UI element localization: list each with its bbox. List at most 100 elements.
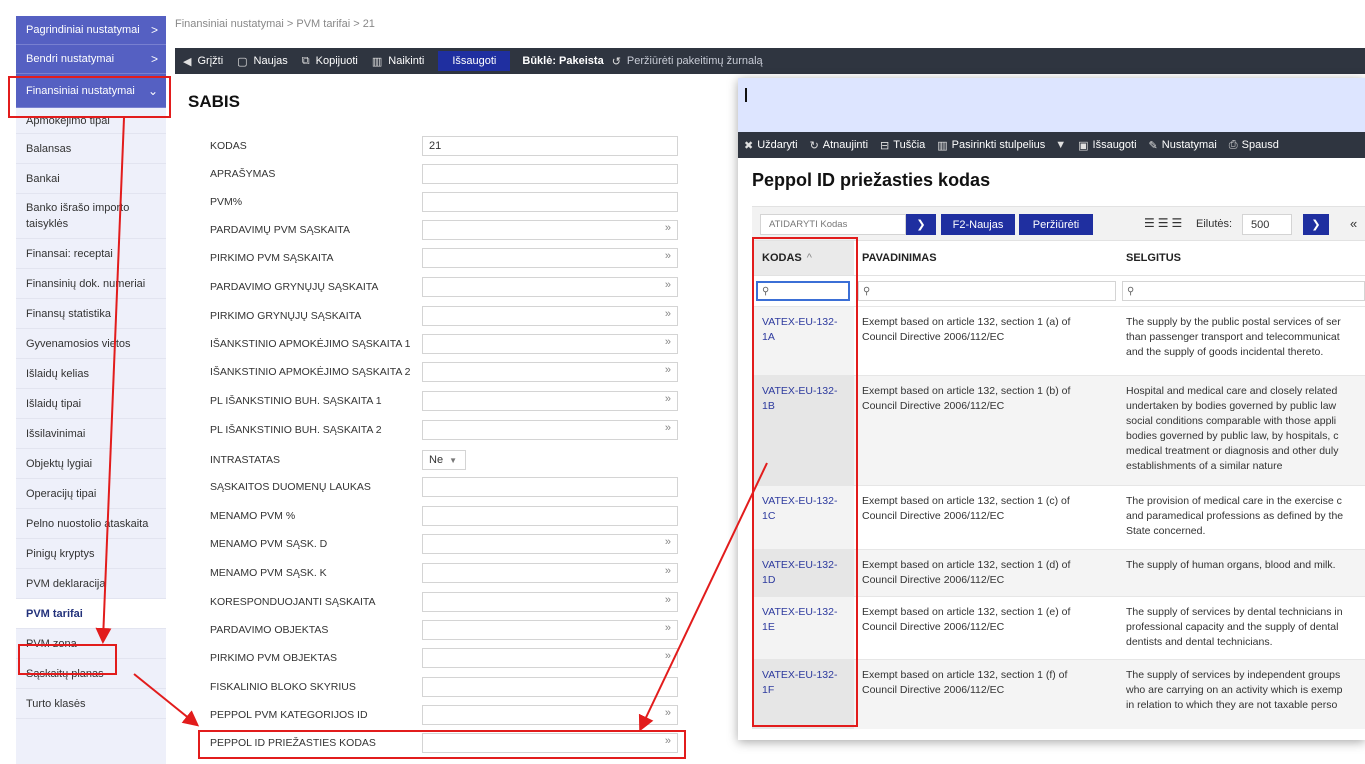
sidebar-item-finansai-receptai[interactable]: Finansai: receptai	[16, 239, 166, 269]
isankstinio-apmokejimo-1-field[interactable]: »	[422, 334, 678, 354]
pirkimo-grynuju-saskaita-field[interactable]: »	[422, 306, 678, 326]
code-cell[interactable]: VATEX-EU-132- 1A	[752, 307, 854, 375]
sidebar-item-apmokejimo-tipai[interactable]: Apmokėjimo tipai	[16, 108, 166, 134]
f2-new-button[interactable]: F2-Naujas	[941, 214, 1015, 235]
selgitus-filter-input[interactable]: ⚲	[1122, 281, 1365, 301]
table-row[interactable]: VATEX-EU-132- 1F Exempt based on article …	[752, 659, 1365, 729]
sidebar-item-bankai[interactable]: Bankai	[16, 164, 166, 194]
picker-icon[interactable]: »	[665, 279, 671, 291]
picker-icon[interactable]: »	[665, 565, 671, 577]
popup-save-button[interactable]: ▣ Išsaugoti	[1078, 139, 1136, 152]
intrastatas-select[interactable]: Ne ▼	[422, 450, 466, 470]
menamo-pvm-sask-k-field[interactable]: »	[422, 563, 678, 583]
code-cell[interactable]: VATEX-EU-132- 1E	[752, 597, 854, 659]
empty-button[interactable]: ⊟ Tuščia	[880, 139, 925, 152]
sidebar-item-pelno-nuostolio-ataskaita[interactable]: Pelno nuostolio ataskaita	[16, 509, 166, 539]
sidebar-item-objektu-lygiai[interactable]: Objektų lygiai	[16, 449, 166, 479]
picker-icon[interactable]: »	[665, 536, 671, 548]
isankstinio-apmokejimo-2-field[interactable]: »	[422, 362, 678, 382]
settings-button[interactable]: ✎ Nustatymai	[1149, 139, 1217, 152]
pirkimo-pvm-saskaita-field[interactable]: »	[422, 248, 678, 268]
fiskalinio-bloko-skyrius-field[interactable]	[422, 677, 678, 697]
sidebar-item-bendri-nustatymai[interactable]: Bendri nustatymai >	[16, 45, 166, 74]
open-kodas-input[interactable]: ATIDARYTI Kodas	[760, 214, 906, 235]
picker-icon[interactable]: »	[665, 393, 671, 405]
sidebar-item-balansas[interactable]: Balansas	[16, 134, 166, 164]
density-wide-icon[interactable]: ☰	[1172, 216, 1183, 230]
back-button[interactable]: ◀ Grįžti	[183, 55, 223, 68]
sidebar-item-pinigu-kryptys[interactable]: Pinigų kryptys	[16, 539, 166, 569]
rows-go-button[interactable]: ❯	[1303, 214, 1329, 235]
picker-icon[interactable]: »	[665, 250, 671, 262]
picker-icon[interactable]: »	[665, 650, 671, 662]
code-cell[interactable]: VATEX-EU-132- 1B	[752, 376, 854, 485]
picker-icon[interactable]: »	[665, 336, 671, 348]
copy-button[interactable]: ⧉ Kopijuoti	[302, 55, 358, 68]
pirkimo-pvm-objektas-field[interactable]: »	[422, 648, 678, 668]
sidebar-item-pvm-deklaracija[interactable]: PVM deklaracija	[16, 569, 166, 599]
picker-icon[interactable]: »	[665, 308, 671, 320]
code-cell[interactable]: VATEX-EU-132- 1F	[752, 660, 854, 729]
picker-icon[interactable]: »	[665, 422, 671, 434]
column-header-kodas[interactable]: KODAS ^	[752, 241, 854, 275]
menamo-pvm-percent-field[interactable]	[422, 506, 678, 526]
density-normal-icon[interactable]: ☰	[1158, 216, 1169, 230]
table-row[interactable]: VATEX-EU-132- 1E Exempt based on article …	[752, 596, 1365, 659]
go-button[interactable]: ❯	[906, 214, 936, 235]
table-row[interactable]: VATEX-EU-132- 1B Exempt based on article …	[752, 375, 1365, 485]
sidebar-item-operaciju-tipai[interactable]: Operacijų tipai	[16, 479, 166, 509]
table-row[interactable]: VATEX-EU-132- 1C Exempt based on article …	[752, 485, 1365, 549]
pvm-percent-field[interactable]	[422, 192, 678, 212]
pardavimo-grynuju-saskaita-field[interactable]: »	[422, 277, 678, 297]
density-compact-icon[interactable]: ☰	[1144, 216, 1155, 230]
rows-input[interactable]: 500	[1242, 214, 1292, 235]
sidebar-item-islaidu-kelias[interactable]: Išlaidų kelias	[16, 359, 166, 389]
pl-isankstinio-buh-2-field[interactable]: »	[422, 420, 678, 440]
pl-isankstinio-buh-1-field[interactable]: »	[422, 391, 678, 411]
sidebar-item-saskaitu-planas[interactable]: Sąskaitų planas	[16, 659, 166, 689]
sidebar-item-pagrindiniai-nustatymai[interactable]: Pagrindiniai nustatymai >	[16, 16, 166, 45]
menamo-pvm-sask-d-field[interactable]: »	[422, 534, 678, 554]
picker-icon[interactable]: »	[665, 594, 671, 606]
view-button[interactable]: Peržiūrėti	[1019, 214, 1093, 235]
peppol-id-priezasties-kodas-field[interactable]: »	[422, 733, 678, 753]
pardavimo-objektas-field[interactable]: »	[422, 620, 678, 640]
picker-icon[interactable]: »	[665, 735, 671, 747]
column-header-pavadinimas[interactable]: PAVADINIMAS	[854, 241, 1118, 275]
pardavimu-pvm-saskaita-field[interactable]: »	[422, 220, 678, 240]
aprasymas-field[interactable]	[422, 164, 678, 184]
picker-icon[interactable]: »	[665, 364, 671, 376]
koresponduojanti-saskaita-field[interactable]: »	[422, 592, 678, 612]
sidebar-item-pvm-zona[interactable]: PVM zona	[16, 629, 166, 659]
sidebar-item-pvm-tarifai[interactable]: PVM tarifai	[16, 599, 166, 629]
sidebar-item-banko-israso-importo-taisykles[interactable]: Banko išrašo importo taisyklės	[16, 194, 166, 239]
choose-columns-button[interactable]: ▥ Pasirinkti stulpelius ▼	[937, 139, 1066, 152]
sidebar-item-turto-klases[interactable]: Turto klasės	[16, 689, 166, 719]
delete-button[interactable]: ▥ Naikinti	[372, 55, 424, 68]
code-cell[interactable]: VATEX-EU-132- 1D	[752, 550, 854, 596]
code-cell[interactable]: VATEX-EU-132- 1C	[752, 486, 854, 549]
sidebar-item-finansu-statistika[interactable]: Finansų statistika	[16, 299, 166, 329]
print-button[interactable]: ⎙ Spausd	[1229, 139, 1279, 152]
new-button[interactable]: ▢ Naujas	[237, 55, 288, 68]
sidebar-item-islaidu-tipai[interactable]: Išlaidų tipai	[16, 389, 166, 419]
picker-icon[interactable]: »	[665, 707, 671, 719]
saskaitos-duomenu-laukas-field[interactable]	[422, 477, 678, 497]
kodas-field[interactable]: 21	[422, 136, 678, 156]
double-chevron-left-icon[interactable]: «	[1350, 216, 1357, 231]
picker-icon[interactable]: »	[665, 222, 671, 234]
pavadinimas-filter-input[interactable]: ⚲	[858, 281, 1116, 301]
sidebar-item-issilavinimai[interactable]: Išsilavinimai	[16, 419, 166, 449]
sidebar-item-finansiniai-nustatymai[interactable]: Finansiniai nustatymai ⌄	[16, 74, 166, 108]
column-header-selgitus[interactable]: SELGITUS	[1118, 241, 1365, 275]
picker-icon[interactable]: »	[665, 622, 671, 634]
close-button[interactable]: ✖ Uždaryti	[744, 139, 798, 152]
peppol-pvm-kategorijos-id-field[interactable]: »	[422, 705, 678, 725]
sidebar-item-gyvenamosios-vietos[interactable]: Gyvenamosios vietos	[16, 329, 166, 359]
refresh-button[interactable]: ↻ Atnaujinti	[810, 139, 868, 152]
table-row[interactable]: VATEX-EU-132- 1A Exempt based on article …	[752, 306, 1365, 375]
sidebar-item-finansiniu-dok-numeriai[interactable]: Finansinių dok. numeriai	[16, 269, 166, 299]
save-button[interactable]: Išsaugoti	[438, 51, 511, 71]
kodas-filter-input[interactable]: ⚲	[756, 281, 850, 301]
view-journal-button[interactable]: ↺ Peržiūrėti pakeitimų žurnalą	[612, 55, 763, 68]
